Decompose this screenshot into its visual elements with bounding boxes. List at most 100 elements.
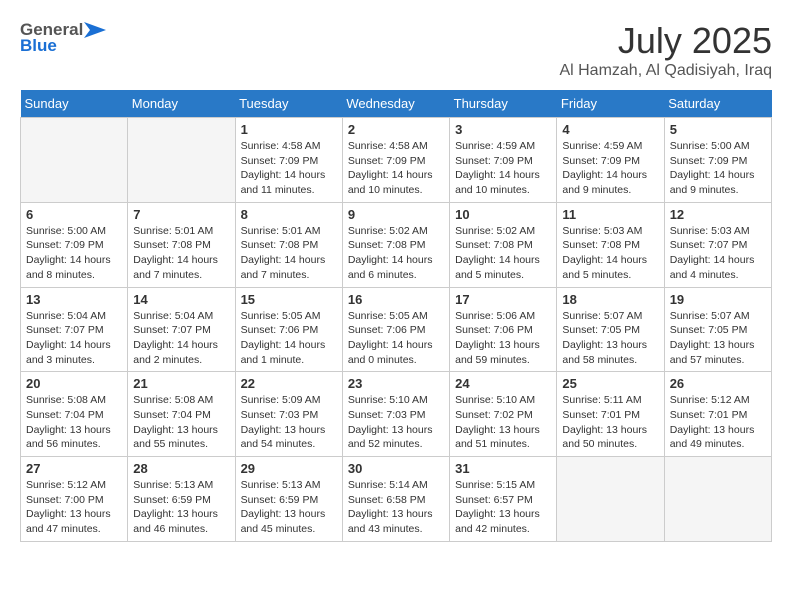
day-number: 28 — [133, 461, 229, 476]
day-info: Sunrise: 5:01 AMSunset: 7:08 PMDaylight:… — [241, 224, 337, 283]
day-info: Sunrise: 5:04 AMSunset: 7:07 PMDaylight:… — [26, 309, 122, 368]
calendar-cell: 3 Sunrise: 4:59 AMSunset: 7:09 PMDaylight… — [450, 118, 557, 203]
day-info: Sunrise: 5:07 AMSunset: 7:05 PMDaylight:… — [670, 309, 766, 368]
day-number: 31 — [455, 461, 551, 476]
calendar-cell: 28Sunrise: 5:13 AMSunset: 6:59 PMDayligh… — [128, 457, 235, 542]
calendar-cell: 9 Sunrise: 5:02 AMSunset: 7:08 PMDaylight… — [342, 202, 449, 287]
day-info: Sunrise: 5:10 AMSunset: 7:02 PMDaylight:… — [455, 393, 551, 452]
day-info: Sunrise: 5:06 AMSunset: 7:06 PMDaylight:… — [455, 309, 551, 368]
week-row-1: 1 Sunrise: 4:58 AMSunset: 7:09 PMDaylight… — [21, 118, 772, 203]
calendar-cell — [21, 118, 128, 203]
calendar-cell: 23Sunrise: 5:10 AMSunset: 7:03 PMDayligh… — [342, 372, 449, 457]
day-number: 1 — [241, 122, 337, 137]
weekday-header-friday: Friday — [557, 90, 664, 118]
day-info: Sunrise: 5:15 AMSunset: 6:57 PMDaylight:… — [455, 478, 551, 537]
weekday-header-row: SundayMondayTuesdayWednesdayThursdayFrid… — [21, 90, 772, 118]
weekday-header-saturday: Saturday — [664, 90, 771, 118]
calendar-cell: 16 Sunrise: 5:05 AMSunset: 7:06 PMDayligh… — [342, 287, 449, 372]
week-row-3: 13 Sunrise: 5:04 AMSunset: 7:07 PMDayligh… — [21, 287, 772, 372]
calendar-cell: 2 Sunrise: 4:58 AMSunset: 7:09 PMDaylight… — [342, 118, 449, 203]
logo-blue: Blue — [20, 36, 57, 56]
day-info: Sunrise: 5:08 AMSunset: 7:04 PMDaylight:… — [26, 393, 122, 452]
day-number: 20 — [26, 376, 122, 391]
day-info: Sunrise: 5:09 AMSunset: 7:03 PMDaylight:… — [241, 393, 337, 452]
title-area: July 2025 Al Hamzah, Al Qadisiyah, Iraq — [559, 20, 772, 80]
day-info: Sunrise: 5:00 AMSunset: 7:09 PMDaylight:… — [670, 139, 766, 198]
day-number: 4 — [562, 122, 658, 137]
calendar-cell: 21 Sunrise: 5:08 AMSunset: 7:04 PMDayligh… — [128, 372, 235, 457]
calendar-cell: 29 Sunrise: 5:13 AMSunset: 6:59 PMDayligh… — [235, 457, 342, 542]
day-number: 25 — [562, 376, 658, 391]
day-number: 8 — [241, 207, 337, 222]
day-number: 3 — [455, 122, 551, 137]
day-info: Sunrise: 5:12 AMSunset: 7:01 PMDaylight:… — [670, 393, 766, 452]
weekday-header-tuesday: Tuesday — [235, 90, 342, 118]
calendar-table: SundayMondayTuesdayWednesdayThursdayFrid… — [20, 90, 772, 542]
month-title: July 2025 — [559, 20, 772, 62]
week-row-5: 27 Sunrise: 5:12 AMSunset: 7:00 PMDayligh… — [21, 457, 772, 542]
day-number: 12 — [670, 207, 766, 222]
day-number: 6 — [26, 207, 122, 222]
weekday-header-sunday: Sunday — [21, 90, 128, 118]
day-number: 14 — [133, 292, 229, 307]
day-number: 9 — [348, 207, 444, 222]
calendar-cell — [664, 457, 771, 542]
calendar-cell: 7Sunrise: 5:01 AMSunset: 7:08 PMDaylight… — [128, 202, 235, 287]
day-number: 11 — [562, 207, 658, 222]
calendar-cell: 14 Sunrise: 5:04 AMSunset: 7:07 PMDayligh… — [128, 287, 235, 372]
day-number: 16 — [348, 292, 444, 307]
day-info: Sunrise: 5:08 AMSunset: 7:04 PMDaylight:… — [133, 393, 229, 452]
calendar-cell: 4 Sunrise: 4:59 AMSunset: 7:09 PMDaylight… — [557, 118, 664, 203]
day-info: Sunrise: 5:13 AMSunset: 6:59 PMDaylight:… — [241, 478, 337, 537]
day-number: 27 — [26, 461, 122, 476]
day-info: Sunrise: 5:03 AMSunset: 7:08 PMDaylight:… — [562, 224, 658, 283]
day-number: 29 — [241, 461, 337, 476]
calendar-cell: 30 Sunrise: 5:14 AMSunset: 6:58 PMDayligh… — [342, 457, 449, 542]
week-row-4: 20 Sunrise: 5:08 AMSunset: 7:04 PMDayligh… — [21, 372, 772, 457]
day-info: Sunrise: 5:04 AMSunset: 7:07 PMDaylight:… — [133, 309, 229, 368]
day-number: 22 — [241, 376, 337, 391]
day-info: Sunrise: 5:11 AMSunset: 7:01 PMDaylight:… — [562, 393, 658, 452]
day-number: 17 — [455, 292, 551, 307]
logo-bird-icon — [84, 22, 106, 38]
day-info: Sunrise: 4:58 AMSunset: 7:09 PMDaylight:… — [348, 139, 444, 198]
calendar-cell: 26 Sunrise: 5:12 AMSunset: 7:01 PMDayligh… — [664, 372, 771, 457]
day-number: 13 — [26, 292, 122, 307]
day-info: Sunrise: 5:02 AMSunset: 7:08 PMDaylight:… — [348, 224, 444, 283]
day-number: 5 — [670, 122, 766, 137]
day-info: Sunrise: 5:07 AMSunset: 7:05 PMDaylight:… — [562, 309, 658, 368]
calendar-cell: 10 Sunrise: 5:02 AMSunset: 7:08 PMDayligh… — [450, 202, 557, 287]
day-number: 23 — [348, 376, 444, 391]
day-info: Sunrise: 4:59 AMSunset: 7:09 PMDaylight:… — [455, 139, 551, 198]
calendar-cell: 18 Sunrise: 5:07 AMSunset: 7:05 PMDayligh… — [557, 287, 664, 372]
calendar-cell: 1 Sunrise: 4:58 AMSunset: 7:09 PMDaylight… — [235, 118, 342, 203]
calendar-cell: 27 Sunrise: 5:12 AMSunset: 7:00 PMDayligh… — [21, 457, 128, 542]
weekday-header-thursday: Thursday — [450, 90, 557, 118]
day-number: 21 — [133, 376, 229, 391]
calendar-cell: 22 Sunrise: 5:09 AMSunset: 7:03 PMDayligh… — [235, 372, 342, 457]
calendar-cell: 17 Sunrise: 5:06 AMSunset: 7:06 PMDayligh… — [450, 287, 557, 372]
calendar-cell: 19Sunrise: 5:07 AMSunset: 7:05 PMDayligh… — [664, 287, 771, 372]
day-number: 7 — [133, 207, 229, 222]
day-number: 2 — [348, 122, 444, 137]
day-info: Sunrise: 4:59 AMSunset: 7:09 PMDaylight:… — [562, 139, 658, 198]
day-info: Sunrise: 5:12 AMSunset: 7:00 PMDaylight:… — [26, 478, 122, 537]
weekday-header-monday: Monday — [128, 90, 235, 118]
calendar-cell: 15Sunrise: 5:05 AMSunset: 7:06 PMDayligh… — [235, 287, 342, 372]
calendar-cell: 24Sunrise: 5:10 AMSunset: 7:02 PMDayligh… — [450, 372, 557, 457]
week-row-2: 6Sunrise: 5:00 AMSunset: 7:09 PMDaylight… — [21, 202, 772, 287]
calendar-cell: 5 Sunrise: 5:00 AMSunset: 7:09 PMDaylight… — [664, 118, 771, 203]
calendar-cell: 13 Sunrise: 5:04 AMSunset: 7:07 PMDayligh… — [21, 287, 128, 372]
day-number: 15 — [241, 292, 337, 307]
calendar-cell: 8 Sunrise: 5:01 AMSunset: 7:08 PMDaylight… — [235, 202, 342, 287]
day-number: 18 — [562, 292, 658, 307]
day-number: 30 — [348, 461, 444, 476]
day-number: 26 — [670, 376, 766, 391]
day-info: Sunrise: 4:58 AMSunset: 7:09 PMDaylight:… — [241, 139, 337, 198]
logo: General Blue — [20, 20, 106, 56]
calendar-cell: 11 Sunrise: 5:03 AMSunset: 7:08 PMDayligh… — [557, 202, 664, 287]
day-number: 10 — [455, 207, 551, 222]
day-info: Sunrise: 5:02 AMSunset: 7:08 PMDaylight:… — [455, 224, 551, 283]
day-info: Sunrise: 5:14 AMSunset: 6:58 PMDaylight:… — [348, 478, 444, 537]
day-info: Sunrise: 5:05 AMSunset: 7:06 PMDaylight:… — [348, 309, 444, 368]
